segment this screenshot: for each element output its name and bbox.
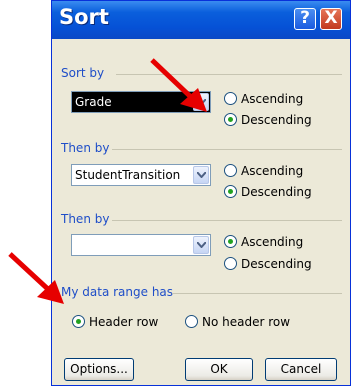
window-title: Sort bbox=[59, 5, 109, 29]
sort-by-label: Sort by bbox=[61, 66, 105, 80]
radio-label: Descending bbox=[241, 113, 312, 127]
title-bar: Sort ? X bbox=[52, 1, 350, 39]
sort-by-descending-radio[interactable]: Descending bbox=[224, 113, 312, 129]
then-by-2-ascending-radio[interactable]: Ascending bbox=[224, 235, 303, 251]
radio-label: Ascending bbox=[241, 92, 304, 106]
sort-dialog: Sort ? X Sort by Grade Ascending Descend… bbox=[51, 0, 351, 386]
no-header-row-radio[interactable]: No header row bbox=[185, 315, 290, 331]
ok-button[interactable]: OK bbox=[185, 358, 253, 381]
help-icon: ? bbox=[300, 8, 310, 28]
divider bbox=[172, 293, 342, 294]
help-button[interactable]: ? bbox=[294, 8, 316, 30]
sort-by-ascending-radio[interactable]: Ascending bbox=[224, 92, 303, 108]
divider bbox=[112, 149, 342, 150]
then-by-value: StudentTransition bbox=[75, 168, 181, 182]
sort-by-value: Grade bbox=[75, 95, 112, 109]
then-by-label: Then by bbox=[61, 141, 110, 155]
radio-button-selected-icon bbox=[224, 185, 237, 198]
then-by-2-dropdown[interactable] bbox=[71, 234, 211, 256]
chevron-down-icon bbox=[197, 172, 206, 178]
then-by-dropdown[interactable]: StudentTransition bbox=[71, 164, 211, 186]
then-by-2-descending-radio[interactable]: Descending bbox=[224, 257, 312, 273]
radio-button-icon bbox=[224, 164, 237, 177]
radio-label: Ascending bbox=[241, 164, 304, 178]
radio-label: Descending bbox=[241, 257, 312, 271]
divider bbox=[116, 74, 342, 75]
then-by-descending-radio[interactable]: Descending bbox=[224, 185, 312, 201]
chevron-down-icon bbox=[197, 242, 206, 248]
header-row-radio[interactable]: Header row bbox=[72, 315, 158, 331]
radio-button-icon bbox=[224, 257, 237, 270]
sort-by-dropdown-button[interactable] bbox=[193, 93, 209, 111]
radio-button-icon bbox=[224, 92, 237, 105]
close-icon: X bbox=[324, 8, 338, 28]
radio-button-selected-icon bbox=[224, 235, 237, 248]
radio-button-selected-icon bbox=[72, 315, 85, 328]
then-by-dropdown-button[interactable] bbox=[193, 166, 209, 184]
options-button[interactable]: Options... bbox=[64, 358, 134, 381]
radio-label: Descending bbox=[241, 185, 312, 199]
radio-button-icon bbox=[185, 315, 198, 328]
sort-by-dropdown[interactable]: Grade bbox=[71, 91, 211, 113]
radio-label: No header row bbox=[202, 315, 291, 329]
radio-label: Ascending bbox=[241, 235, 304, 249]
then-by-2-label: Then by bbox=[61, 212, 110, 226]
close-button[interactable]: X bbox=[320, 8, 342, 30]
then-by-2-dropdown-button[interactable] bbox=[193, 236, 209, 254]
chevron-down-icon bbox=[197, 99, 206, 105]
then-by-ascending-radio[interactable]: Ascending bbox=[224, 164, 303, 180]
data-range-label: My data range has bbox=[61, 285, 174, 299]
cancel-button[interactable]: Cancel bbox=[265, 358, 337, 381]
divider bbox=[112, 220, 342, 221]
radio-button-selected-icon bbox=[224, 113, 237, 126]
radio-label: Header row bbox=[89, 315, 159, 329]
